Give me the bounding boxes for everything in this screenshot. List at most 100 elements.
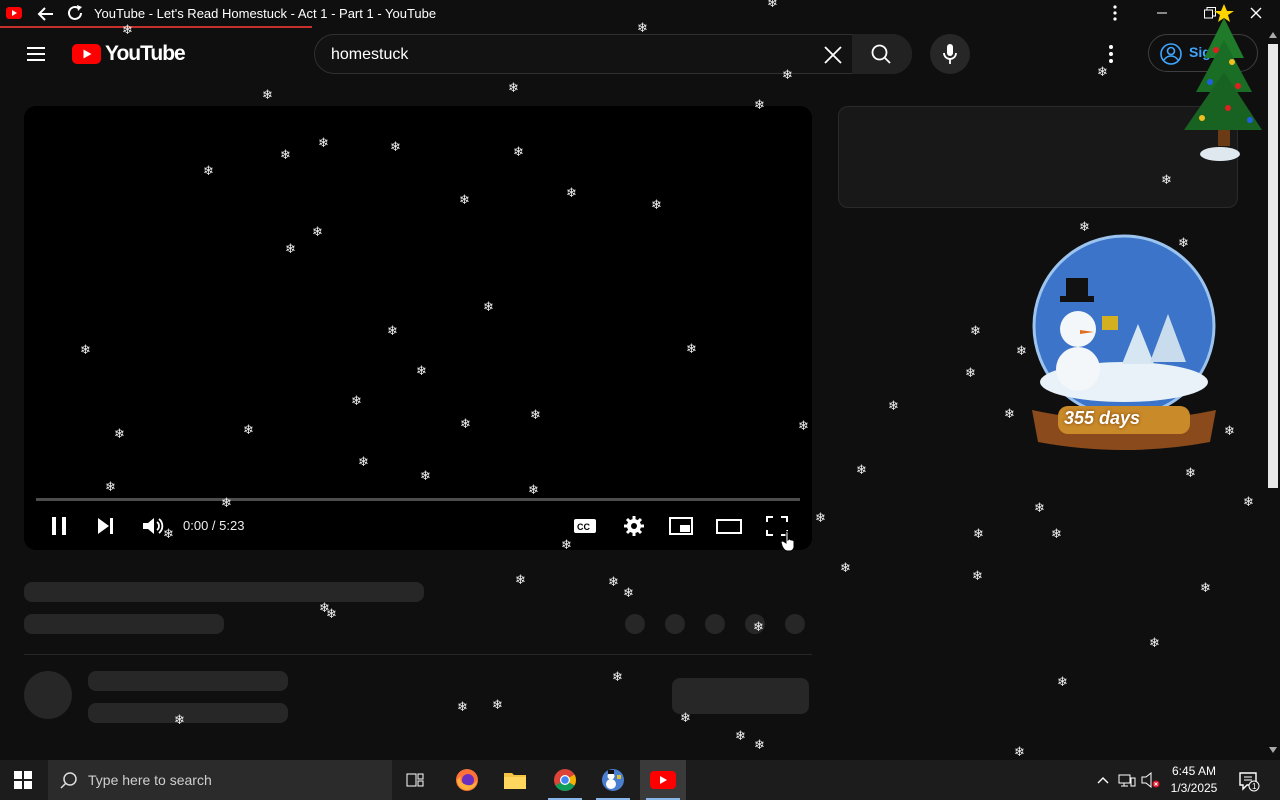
captions-icon[interactable]: CC [572, 512, 598, 540]
snowflake-icon: ❄ [612, 670, 623, 685]
taskbar-snow-app[interactable] [590, 760, 636, 800]
svg-text:1: 1 [1252, 782, 1257, 791]
progress-bar[interactable] [36, 498, 800, 501]
svg-text:CC: CC [577, 522, 590, 532]
snowflake-icon: ❄ [608, 575, 619, 590]
minimize-icon[interactable] [1155, 6, 1169, 20]
snowflake-icon: ❄ [492, 698, 503, 713]
snowflake-icon: ❄ [457, 700, 468, 715]
settings-gear-icon[interactable] [621, 512, 647, 540]
microphone-icon [943, 44, 957, 64]
youtube-logo[interactable]: YouTube [72, 42, 186, 66]
snowflake-icon: ❄ [114, 427, 125, 442]
snowflake-icon: ❄ [312, 225, 323, 240]
snowflake-icon: ❄ [623, 586, 634, 601]
subscribe-placeholder [672, 678, 809, 714]
scroll-up-icon[interactable] [1269, 32, 1277, 38]
miniplayer-icon[interactable] [667, 512, 695, 540]
snowflake-icon: ❄ [416, 364, 427, 379]
volume-muted-icon[interactable] [1141, 772, 1161, 788]
snowflake-icon: ❄ [840, 561, 851, 576]
taskbar-search[interactable]: Type here to search [48, 760, 392, 800]
system-clock[interactable]: 6:45 AM 1/3/2025 [1166, 763, 1222, 797]
scroll-down-icon[interactable] [1269, 747, 1277, 753]
snowflake-icon: ❄ [754, 738, 765, 753]
mouse-cursor [781, 530, 797, 552]
snowflake-icon: ❄ [105, 480, 116, 495]
voice-search-button[interactable] [930, 34, 970, 74]
tray-chevron-up-icon[interactable] [1096, 773, 1110, 787]
snowflake-icon: ❄ [163, 527, 174, 542]
taskbar-chrome[interactable] [542, 760, 588, 800]
taskbar-file-explorer[interactable] [492, 760, 538, 800]
snowflake-icon: ❄ [856, 463, 867, 478]
snowflake-icon: ❄ [280, 148, 291, 163]
snowflake-icon: ❄ [1097, 65, 1108, 80]
snowflake-icon: ❄ [80, 343, 91, 358]
snowflake-icon: ❄ [1057, 675, 1068, 690]
windows-start-icon[interactable] [14, 771, 32, 789]
reload-icon[interactable] [65, 3, 85, 23]
snowflake-icon: ❄ [483, 300, 494, 315]
clock-date: 1/3/2025 [1170, 781, 1218, 795]
snowflake-icon: ❄ [174, 713, 185, 728]
snowflake-icon: ❄ [965, 366, 976, 381]
task-view-button[interactable] [392, 760, 438, 800]
scrollbar-thumb[interactable] [1268, 44, 1278, 488]
action-placeholder [785, 614, 805, 634]
snowflake-icon: ❄ [651, 198, 662, 213]
snowflake-icon: ❄ [735, 729, 746, 744]
snowflake-icon: ❄ [1178, 236, 1189, 251]
search-input[interactable]: homestuck [331, 46, 408, 64]
youtube-play-icon [72, 44, 101, 64]
snowflake-icon: ❄ [1200, 581, 1211, 596]
snowflake-icon: ❄ [1034, 501, 1045, 516]
snowflake-icon: ❄ [515, 573, 526, 588]
snowflake-icon: ❄ [530, 408, 541, 423]
menu-icon[interactable] [22, 40, 50, 68]
youtube-app-icon [6, 7, 22, 19]
channel-name-placeholder [88, 671, 288, 691]
next-icon[interactable] [94, 512, 118, 540]
snowflake-icon: ❄ [753, 620, 764, 635]
search-button[interactable] [852, 34, 912, 74]
snowflake-icon: ❄ [767, 0, 778, 11]
subscriber-placeholder [88, 703, 288, 723]
taskbar-youtube[interactable] [640, 760, 686, 800]
snowflake-icon: ❄ [390, 140, 401, 155]
firefox-icon [456, 769, 478, 791]
video-player[interactable]: 0:00 / 5:23 CC [24, 106, 812, 550]
folder-icon [504, 773, 526, 789]
snowflake-icon: ❄ [1185, 466, 1196, 481]
snowflake-icon: ❄ [326, 607, 337, 622]
snowflake-icon: ❄ [1004, 407, 1015, 422]
snowflake-icon: ❄ [680, 711, 691, 726]
taskbar-firefox[interactable] [444, 760, 490, 800]
snowflake-icon: ❄ [387, 324, 398, 339]
back-arrow-icon[interactable] [36, 4, 56, 24]
notifications-icon[interactable]: 1 [1238, 770, 1260, 792]
scrollbar[interactable] [1266, 28, 1280, 760]
settings-more-icon[interactable] [1108, 44, 1114, 64]
pause-icon[interactable] [48, 512, 72, 540]
snowflake-icon: ❄ [221, 496, 232, 511]
snowflake-icon: ❄ [285, 242, 296, 257]
youtube-icon [650, 771, 676, 789]
taskbar-search-placeholder: Type here to search [88, 772, 212, 788]
countdown-label: 355 days [1064, 408, 1141, 428]
divider [24, 654, 812, 655]
snowflake-icon: ❄ [358, 455, 369, 470]
snowflake-icon: ❄ [420, 469, 431, 484]
christmas-tree-icon [1170, 0, 1266, 164]
snowflake-icon: ❄ [243, 423, 254, 438]
snowflake-icon: ❄ [782, 68, 793, 83]
logo-text: YouTube [105, 42, 186, 65]
snowflake-icon: ❄ [686, 342, 697, 357]
network-icon[interactable] [1118, 772, 1136, 788]
snowflake-icon: ❄ [203, 164, 214, 179]
more-vert-icon[interactable] [1108, 4, 1122, 22]
clear-search-icon[interactable] [822, 44, 844, 66]
snowflake-icon: ❄ [1224, 424, 1235, 439]
snowflake-icon: ❄ [351, 394, 362, 409]
theater-mode-icon[interactable] [715, 512, 743, 540]
